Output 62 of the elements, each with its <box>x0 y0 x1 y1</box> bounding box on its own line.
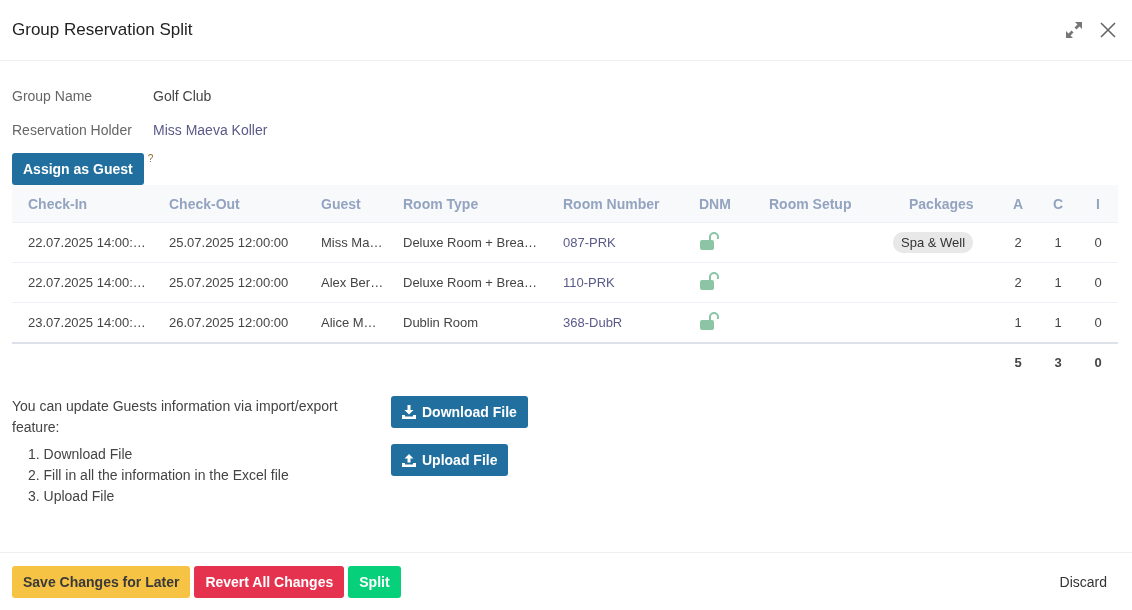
assign-as-guest-button[interactable]: Assign as Guest <box>12 153 144 185</box>
dialog-title: Group Reservation Split <box>12 20 193 40</box>
unlocked-lock-icon[interactable] <box>699 272 719 290</box>
column-header: C <box>1038 185 1078 223</box>
table-cell: 1 <box>1038 262 1078 303</box>
table-cell: 368-DubR <box>547 302 683 343</box>
package-tag: Spa & Well <box>893 232 974 253</box>
total-cell: 0 <box>1078 343 1118 380</box>
column-header: I <box>1078 185 1118 223</box>
table-cell: 1 <box>998 302 1038 343</box>
footer-button[interactable]: Save Changes for Later <box>12 565 191 598</box>
column-header: A <box>998 185 1038 223</box>
instructions-text: You can update Guests information via import/export feature: <box>12 397 339 437</box>
upload-icon <box>402 453 416 467</box>
column-header: Guest <box>305 185 387 223</box>
close-icon[interactable] <box>1100 22 1116 38</box>
table-cell: 087-PRK <box>547 222 683 263</box>
step-item: 3. Upload File <box>28 487 116 506</box>
field-label: Reservation Holder <box>12 122 133 138</box>
total-cell: 5 <box>998 343 1038 380</box>
column-header: Room Setup <box>753 185 893 223</box>
table-cell: 2 <box>998 222 1038 263</box>
table-cell: 22.07.2025 14:00:… <box>12 262 153 303</box>
expand-icon[interactable] <box>1064 20 1084 40</box>
table-cell: Dublin Room <box>387 302 547 343</box>
table-cell: 2 <box>998 262 1038 303</box>
help-mark[interactable]: ? <box>147 153 154 164</box>
table-cell: 25.07.2025 12:00:00 <box>153 262 305 303</box>
step-item: 1. Download File <box>28 445 134 464</box>
table-cell: 110-PRK <box>547 262 683 303</box>
table-cell: 1 <box>1038 302 1078 343</box>
step-item: 2. Fill in all the information in the Excel file <box>28 466 290 485</box>
table-cell: 26.07.2025 12:00:00 <box>153 302 305 343</box>
column-header: Room Number <box>547 185 683 223</box>
column-header: Check-In <box>12 185 153 223</box>
column-header: Check-Out <box>153 185 305 223</box>
column-header: Packages <box>893 185 998 223</box>
column-header: DNM <box>683 185 753 223</box>
table-cell: 0 <box>1078 302 1118 343</box>
footer-button[interactable]: Revert All Changes <box>194 565 345 598</box>
table-cell: 25.07.2025 12:00:00 <box>153 222 305 263</box>
unlocked-lock-icon[interactable] <box>699 232 719 250</box>
table-cell: 23.07.2025 14:00:… <box>12 302 153 343</box>
column-header: Room Type <box>387 185 547 223</box>
table-cell: 0 <box>1078 262 1118 303</box>
field-value: Miss Maeva Koller <box>153 122 268 138</box>
unlocked-lock-icon[interactable] <box>699 312 719 330</box>
table-cell: Alex Ber… <box>305 262 387 303</box>
table-cell: Deluxe Room + Brea… <box>387 262 547 303</box>
field-value: Golf Club <box>153 88 212 104</box>
table-cell: Deluxe Room + Brea… <box>387 222 547 263</box>
table-cell: Alice M… <box>305 302 387 343</box>
table-cell: Miss Ma… <box>305 222 387 263</box>
discard-button[interactable]: Discard <box>1059 573 1107 590</box>
download-icon <box>402 405 416 419</box>
table-cell: 0 <box>1078 222 1118 263</box>
upload-file-button[interactable]: Upload File <box>391 444 509 476</box>
table-cell: 22.07.2025 14:00:… <box>12 222 153 263</box>
table-cell: 1 <box>1038 222 1078 263</box>
download-file-button[interactable]: Download File <box>391 396 528 428</box>
total-cell: 3 <box>1038 343 1078 380</box>
field-label: Group Name <box>12 88 94 104</box>
